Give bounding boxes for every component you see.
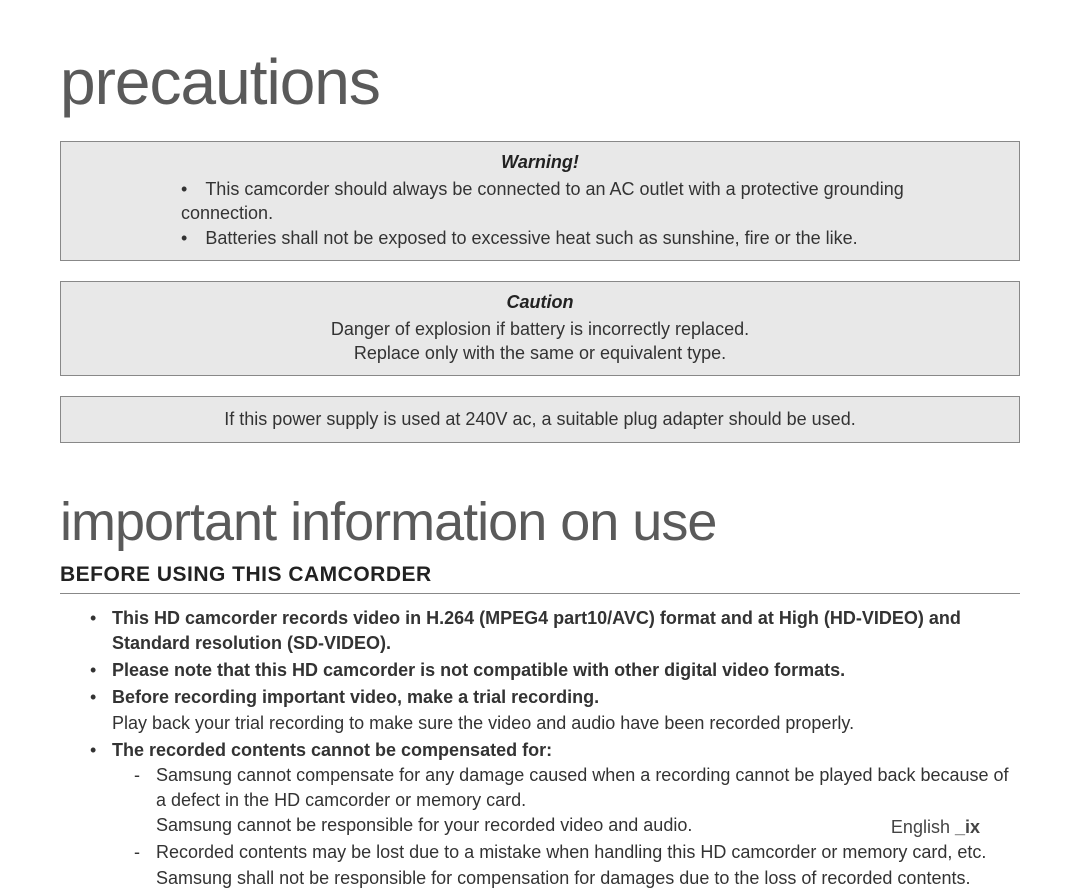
caution-box: Caution Danger of explosion if battery i… [60,281,1020,377]
voltage-text: If this power supply is used at 240V ac,… [81,407,999,431]
bullet-3: Before recording important video, make a… [112,687,599,707]
warning-line-2: Batteries shall not be exposed to excess… [81,226,999,250]
voltage-box: If this power supply is used at 240V ac,… [60,396,1020,442]
heading-before-using: BEFORE USING THIS CAMCORDER [60,563,1020,594]
caution-line-2: Replace only with the same or equivalent… [81,341,999,365]
list-item: This HD camcorder records video in H.264… [90,606,1020,656]
sub-list: Samsung cannot compensate for any damage… [112,763,1020,891]
sub-bullet-1a: Samsung cannot compensate for any damage… [156,765,1009,810]
caution-line-1: Danger of explosion if battery is incorr… [81,317,999,341]
bullet-2: Please note that this HD camcorder is no… [112,660,845,680]
bullet-1: This HD camcorder records video in H.264… [112,608,961,653]
footer-language: English [891,817,955,837]
list-item: Before recording important video, make a… [90,685,1020,735]
caution-body: Danger of explosion if battery is incorr… [81,317,999,366]
warning-line-1: This camcorder should always be connecte… [81,177,999,226]
sub-list-item: Samsung cannot compensate for any damage… [134,763,1020,839]
before-using-list: This HD camcorder records video in H.264… [60,606,1020,891]
bullet-4: The recorded contents cannot be compensa… [112,740,552,760]
list-item: Please note that this HD camcorder is no… [90,658,1020,683]
warning-box: Warning! This camcorder should always be… [60,141,1020,261]
caution-title: Caution [81,292,999,313]
bullet-3-sub: Play back your trial recording to make s… [112,713,854,733]
warning-title: Warning! [81,152,999,173]
heading-precautions: precautions [60,45,1020,119]
sub-bullet-1b: Samsung cannot be responsible for your r… [156,815,692,835]
warning-body: This camcorder should always be connecte… [81,177,999,250]
footer-page-number: _ix [955,817,980,837]
page-footer: English _ix [891,817,980,838]
list-item: The recorded contents cannot be compensa… [90,738,1020,891]
sub-bullet-2: Recorded contents may be lost due to a m… [156,842,986,887]
heading-important-info: important information on use [60,491,1020,553]
